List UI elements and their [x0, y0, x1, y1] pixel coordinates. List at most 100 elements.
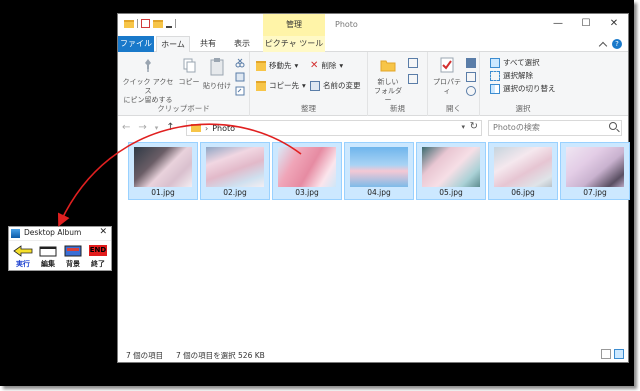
run-button[interactable]: 実行 — [12, 245, 34, 269]
file-item[interactable]: 07.jpg — [560, 142, 630, 200]
select-group: すべて選択 選択解除 選択の切り替え 選択 — [480, 52, 566, 116]
move-to-label: 移動先 — [269, 61, 292, 70]
properties-icon — [440, 57, 454, 73]
file-name: 03.jpg — [295, 188, 319, 197]
move-folder-icon — [256, 60, 266, 71]
select-all-label: すべて選択 — [503, 58, 540, 67]
run-label: 実行 — [16, 260, 30, 268]
title-bar: 管理 Photo — ☐ ✕ — [118, 14, 628, 36]
large-icons-view-icon[interactable] — [614, 349, 624, 359]
properties-check-icon[interactable] — [141, 19, 150, 28]
file-item[interactable]: 04.jpg — [344, 142, 414, 200]
file-item[interactable]: 05.jpg — [416, 142, 486, 200]
address-bar-row: ← → ▾ ↑ › Photo ▾ ↻ Photoの検索 — [118, 116, 628, 140]
ribbon-tabs: ファイル ホーム 共有 表示 ピクチャ ツール ? — [118, 36, 628, 53]
copy-icon — [183, 58, 196, 73]
thumbnail-image — [422, 147, 480, 187]
recent-dropdown-icon[interactable]: ▾ — [155, 124, 159, 132]
copy-label: コピー — [178, 78, 200, 86]
easy-access-icon[interactable] — [408, 74, 418, 84]
address-dropdown-icon[interactable]: ▾ — [461, 123, 465, 131]
delete-button[interactable]: ✕ 削除 ▾ — [310, 60, 343, 71]
new-group: 新しい フォルダー 新規 — [368, 52, 428, 116]
window-controls: — ☐ ✕ — [544, 14, 628, 34]
back-icon[interactable]: ← — [122, 122, 130, 133]
maximize-icon[interactable]: ☐ — [572, 14, 600, 34]
file-name: 04.jpg — [367, 188, 391, 197]
select-none-icon — [490, 70, 500, 81]
open-icon[interactable] — [466, 58, 476, 68]
thumbnail-image — [494, 147, 552, 187]
desktop-album-window: Desktop Album ✕ 実行 編集 背景 END 終了 — [8, 226, 112, 271]
search-placeholder: Photoの検索 — [493, 123, 540, 132]
cut-icon[interactable] — [235, 58, 245, 68]
file-name: 06.jpg — [511, 188, 535, 197]
thumbnail-image — [206, 147, 264, 187]
folder-icon[interactable] — [124, 19, 134, 28]
file-item[interactable]: 06.jpg — [488, 142, 558, 200]
select-none-button[interactable]: 選択解除 — [490, 70, 533, 81]
new-folder-icon[interactable] — [153, 19, 163, 28]
move-to-button[interactable]: 移動先 ▾ — [256, 60, 298, 71]
rename-button[interactable]: 名前の変更 — [310, 80, 361, 91]
history-icon[interactable] — [466, 86, 476, 96]
tab-home[interactable]: ホーム — [156, 36, 190, 53]
properties-button[interactable]: プロパティ — [430, 57, 464, 96]
new-folder-label: 新しい フォルダー — [374, 78, 402, 104]
file-item[interactable]: 03.jpg — [272, 142, 342, 200]
separator — [175, 19, 176, 28]
select-all-button[interactable]: すべて選択 — [490, 57, 540, 68]
tab-view[interactable]: 表示 — [228, 36, 256, 52]
select-all-icon — [490, 57, 500, 68]
edit-icon[interactable] — [466, 72, 476, 82]
copy-to-button[interactable]: コピー先 ▾ — [256, 80, 306, 91]
file-name: 01.jpg — [151, 188, 175, 197]
copy-button[interactable]: コピー — [178, 57, 200, 87]
copy-folder-icon — [256, 80, 266, 91]
refresh-icon[interactable]: ↻ — [470, 121, 478, 132]
search-icon[interactable] — [609, 122, 617, 130]
up-arrow-icon[interactable]: ↑ — [166, 122, 174, 133]
delete-label: 削除 — [321, 61, 337, 70]
file-item[interactable]: 01.jpg — [128, 142, 198, 200]
properties-label: プロパティ — [433, 78, 461, 95]
tab-file[interactable]: ファイル — [118, 36, 154, 52]
exit-label: 終了 — [91, 260, 105, 268]
album-title-bar: Desktop Album ✕ — [9, 227, 111, 241]
help-icon[interactable]: ? — [612, 39, 622, 49]
background-label: 背景 — [66, 260, 80, 268]
details-view-icon[interactable] — [601, 349, 611, 359]
dropdown-arrow-icon: ▾ — [302, 81, 306, 90]
breadcrumb-photo[interactable]: Photo — [212, 124, 235, 133]
customize-toolbar-icon[interactable] — [166, 20, 172, 28]
organize-group: 移動先 ▾ コピー先 ▾ ✕ 削除 ▾ 名前の変更 整理 — [250, 52, 368, 116]
close-icon[interactable]: ✕ — [99, 227, 107, 237]
edit-window-icon — [39, 246, 57, 257]
paste-shortcut-icon[interactable] — [235, 86, 245, 96]
close-icon[interactable]: ✕ — [600, 14, 628, 34]
file-name: 07.jpg — [583, 188, 607, 197]
tab-picture-tools[interactable]: ピクチャ ツール — [263, 36, 325, 52]
forward-icon[interactable]: → — [138, 122, 146, 133]
new-folder-button[interactable]: 新しい フォルダー — [372, 57, 404, 105]
selection-info: 7 個の項目を選択 526 KB — [176, 351, 265, 360]
edit-button[interactable]: 編集 — [37, 245, 59, 269]
paste-button[interactable]: 貼り付け — [202, 57, 232, 91]
minimize-icon[interactable]: — — [544, 14, 572, 34]
copy-path-icon[interactable] — [235, 72, 245, 82]
breadcrumb-chevron-icon[interactable]: › — [205, 124, 208, 133]
exit-button[interactable]: END 終了 — [87, 245, 109, 269]
address-bar[interactable]: › Photo ▾ ↻ — [186, 120, 482, 136]
thumbnail-image — [134, 147, 192, 187]
new-item-icon[interactable] — [408, 58, 418, 68]
background-button[interactable]: 背景 — [62, 245, 84, 269]
pin-quick-access-button[interactable]: クイック アクセス にピン留めする — [120, 57, 176, 105]
search-input[interactable]: Photoの検索 — [488, 120, 622, 136]
item-count: 7 個の項目 — [126, 351, 164, 360]
ribbon-help-area: ? — [598, 39, 622, 50]
invert-selection-button[interactable]: 選択の切り替え — [490, 83, 556, 94]
tab-share[interactable]: 共有 — [194, 36, 222, 52]
select-none-label: 選択解除 — [503, 71, 533, 80]
file-item[interactable]: 02.jpg — [200, 142, 270, 200]
chevron-up-icon[interactable] — [598, 41, 608, 50]
